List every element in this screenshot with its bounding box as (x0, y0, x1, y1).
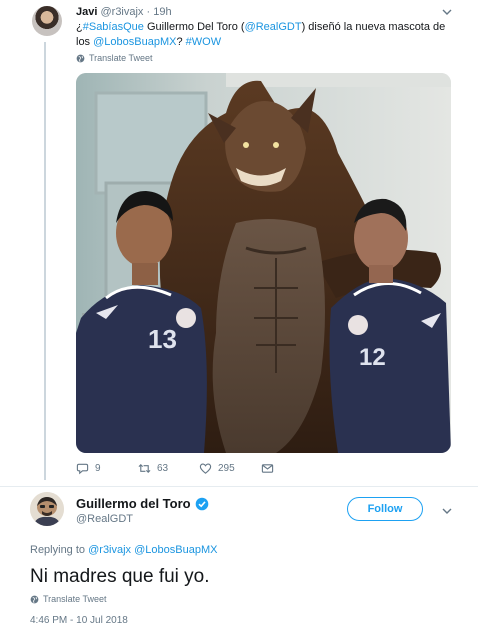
chevron-down-icon[interactable] (440, 505, 454, 517)
like-action[interactable]: 295 (199, 462, 261, 475)
avatar[interactable] (30, 492, 64, 526)
replying-to-line: Replying to @r3ivajx @LobosBuapMX (30, 544, 217, 556)
tweet-divider (0, 486, 478, 487)
author-handle[interactable]: @RealGDT (76, 513, 133, 525)
retweet-icon (138, 463, 151, 474)
avatar[interactable] (32, 6, 62, 36)
direct-message-icon (261, 464, 274, 473)
verified-badge-icon (195, 497, 208, 510)
chevron-down-icon[interactable] (440, 6, 454, 18)
meta-separator: · (146, 6, 151, 18)
avatar-portrait (30, 492, 64, 526)
tweet-text: Ni madres que fui yo. (30, 566, 210, 587)
mention-link[interactable]: @r3ivajx (88, 544, 131, 556)
translate-label[interactable]: Translate Tweet (89, 53, 153, 63)
reply-count: 9 (95, 463, 101, 474)
like-icon (199, 463, 212, 474)
hashtag-link[interactable]: #SabíasQue (83, 21, 144, 33)
author-name[interactable]: Guillermo del Toro (76, 496, 191, 511)
replying-prefix: Replying to (30, 544, 86, 556)
globe-icon (76, 54, 85, 62)
tweet-timestamp[interactable]: 4:46 PM - 10 Jul 2018 (30, 615, 128, 626)
tweet-header: Javi @r3ivajx · 19h (76, 6, 172, 18)
mention-link[interactable]: @RealGDT (245, 21, 302, 33)
text-segment: Guillermo Del Toro ( (143, 21, 245, 33)
translate-tweet-link[interactable]: Translate Tweet (30, 594, 107, 604)
mention-link[interactable]: @LobosBuapMX (93, 36, 176, 48)
tweet-text: ¿#SabíasQue Guillermo Del Toro (@RealGDT… (76, 20, 456, 50)
retweet-count: 63 (157, 463, 169, 474)
author-handle[interactable]: @r3ivajx (100, 6, 143, 18)
hashtag-link[interactable]: #WOW (186, 36, 221, 48)
like-count: 295 (218, 463, 235, 474)
follow-button[interactable]: Follow (347, 497, 423, 521)
context-tweet: Javi @r3ivajx · 19h ¿#SabíasQue Guillerm… (0, 0, 478, 486)
retweet-action[interactable]: 63 (138, 462, 199, 475)
reply-action[interactable]: 9 (76, 462, 138, 475)
jersey-number: 13 (148, 324, 177, 354)
translate-tweet-link[interactable]: Translate Tweet (76, 53, 153, 63)
thread-connector-line (44, 42, 46, 480)
tweet-age[interactable]: 19h (153, 6, 171, 18)
tweet-photo[interactable]: 13 12 (76, 73, 451, 453)
reply-icon (76, 463, 89, 475)
author-name[interactable]: Javi (76, 6, 97, 18)
mention-link[interactable]: @LobosBuapMX (134, 544, 217, 556)
globe-icon (30, 595, 39, 603)
translate-label[interactable]: Translate Tweet (43, 594, 107, 604)
text-segment: ¿ (76, 21, 83, 33)
photo-illustration: 13 12 (76, 73, 451, 453)
text-segment: ? (176, 36, 186, 48)
direct-message-action[interactable] (261, 462, 274, 475)
tweet-actions: 9 63 295 (76, 462, 274, 475)
author-name-row: Guillermo del Toro (76, 496, 209, 511)
jersey-number: 12 (359, 344, 386, 371)
